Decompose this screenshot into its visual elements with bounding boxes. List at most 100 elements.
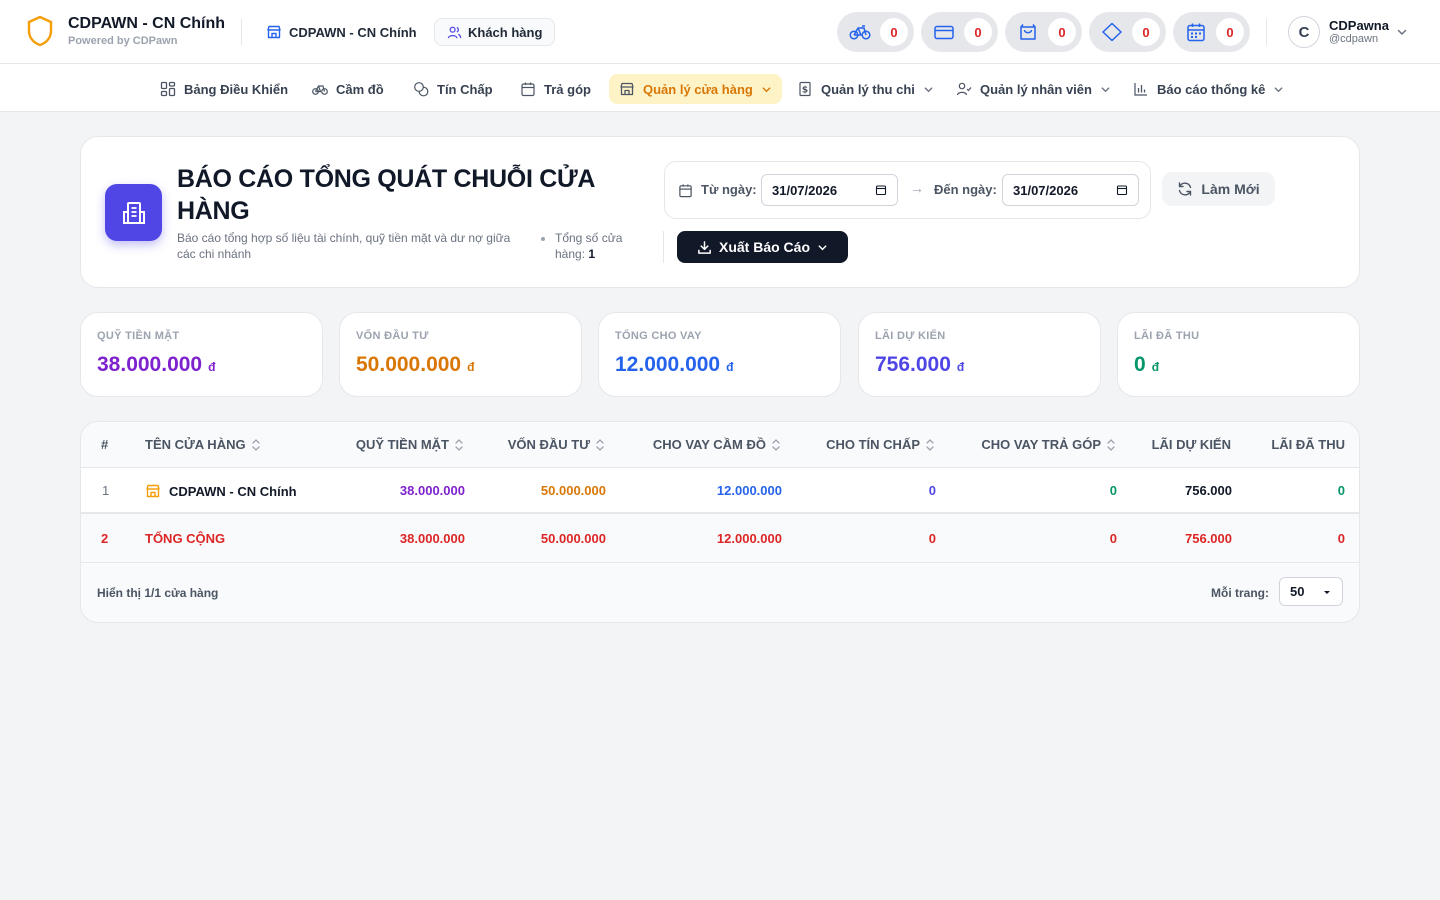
row-store-name[interactable]: CDPAWN - CN Chính — [145, 483, 297, 499]
table-footer: Hiển thị 1/1 cửa hàng Mỗi trang: 50 — [81, 563, 1359, 622]
counter-schedule[interactable]: 0 — [1173, 12, 1250, 52]
avatar: C — [1288, 16, 1320, 48]
svg-text:$: $ — [802, 86, 808, 96]
top-header: CDPAWN - CN Chính Powered by CDPawn CDPA… — [0, 0, 1440, 64]
total-credit-loans: 0 — [928, 531, 936, 546]
sort-icon — [772, 438, 780, 451]
counter-installment[interactable]: 0 — [1005, 12, 1082, 52]
nav-item-store-management[interactable]: Quản lý cửa hàng — [609, 74, 782, 104]
column-header-capital[interactable]: VỐN ĐẦU TƯ — [508, 437, 605, 452]
sort-icon — [596, 438, 604, 451]
counter-valuables[interactable]: 0 — [1089, 12, 1166, 52]
stat-card-total-loans: TỔNG CHO VAY 12.000.000 đ — [598, 312, 841, 397]
per-page-label: Mỗi trang: — [1211, 586, 1269, 600]
cell-expected-interest: 756.000 — [1185, 483, 1232, 498]
stat-card-cash: QUỸ TIỀN MẶT 38.000.000 đ — [80, 312, 323, 397]
chevron-down-icon — [818, 244, 827, 250]
column-header-installment-loans[interactable]: CHO VAY TRẢ GÓP — [981, 437, 1116, 452]
column-header-credit-loans[interactable]: CHO TÍN CHẤP — [826, 437, 935, 452]
download-icon — [698, 240, 711, 254]
nav-item-income-expense[interactable]: $ Quản lý thu chi — [787, 74, 944, 104]
counter-badge: 0 — [1132, 18, 1160, 46]
brand-name: CDPAWN - CN Chính — [68, 15, 226, 32]
diamond-icon — [1102, 22, 1122, 42]
chevron-down-icon[interactable] — [1396, 26, 1408, 38]
total-index: 2 — [101, 531, 109, 546]
column-header-pawn-loans[interactable]: CHO VAY CẦM ĐỒ — [653, 437, 781, 452]
table-header: # TÊN CỬA HÀNG QUỸ TIỀN MẶT VỐN ĐẦU TƯ C… — [81, 422, 1359, 468]
building-icon — [122, 201, 145, 224]
counter-badge: 0 — [1216, 18, 1244, 46]
branch-selector[interactable]: CDPAWN - CN Chính — [262, 18, 421, 46]
brand[interactable]: CDPAWN - CN Chính Powered by CDPawn — [26, 14, 225, 48]
counter-credit[interactable]: 0 — [921, 12, 998, 52]
calendar-icon — [1187, 23, 1205, 42]
stat-label: QUỸ TIỀN MẶT — [97, 330, 180, 342]
nav-item-staff-management[interactable]: Quản lý nhân viên — [946, 74, 1121, 104]
store-icon — [267, 25, 281, 39]
export-report-button[interactable]: Xuất Báo Cáo — [677, 231, 848, 263]
stat-amount: 50.000.000 — [356, 353, 462, 376]
user-name: CDPawna — [1329, 18, 1389, 33]
nav-item-credit[interactable]: Tín Chấp — [403, 74, 503, 104]
stat-label: LÃI ĐÃ THU — [1134, 330, 1200, 342]
brand-subtitle: Powered by CDPawn — [68, 35, 178, 47]
calendar-picker-icon — [1116, 185, 1128, 196]
cell-pawn-loans: 12.000.000 — [716, 483, 782, 498]
shopping-bag-icon — [1020, 24, 1036, 40]
per-page-select[interactable]: 50 — [1279, 577, 1343, 606]
nav-item-dashboard[interactable]: Bảng Điều Khiển — [150, 74, 298, 104]
column-header-index: # — [101, 437, 109, 452]
bicycle-icon — [849, 25, 871, 40]
to-date-input[interactable]: 31/07/2026 — [1002, 174, 1139, 206]
nav-item-reports[interactable]: Báo cáo thống kê — [1123, 74, 1294, 104]
total-label: TỔNG CỘNG — [145, 531, 226, 546]
calendar-icon — [521, 82, 535, 97]
total-collected-interest: 0 — [1337, 531, 1345, 546]
to-date-label: Đến ngày: — [934, 182, 997, 197]
chevron-down-icon — [762, 86, 771, 92]
total-capital: 50.000.000 — [540, 531, 606, 546]
stat-label: TỔNG CHO VAY — [615, 330, 702, 342]
bicycle-icon — [312, 85, 328, 95]
store-count-value: 1 — [588, 247, 596, 261]
sort-icon — [455, 438, 463, 451]
header-divider — [241, 19, 242, 45]
currency-symbol: đ — [208, 360, 216, 374]
table-total-row: 2 TỔNG CỘNG 38.000.000 50.000.000 12.000… — [81, 514, 1359, 563]
currency-symbol: đ — [1151, 360, 1160, 374]
nav-item-pawn[interactable]: Cầm đồ — [302, 74, 394, 104]
stat-amount: 756.000 — [875, 353, 951, 376]
branch-name: CDPAWN - CN Chính — [289, 24, 417, 40]
column-header-expected-interest: LÃI DỰ KIẾN — [1151, 437, 1231, 452]
nav-item-installment[interactable]: Trả góp — [510, 74, 601, 104]
store-report-table: # TÊN CỬA HÀNG QUỸ TIỀN MẶT VỐN ĐẦU TƯ C… — [80, 421, 1360, 623]
currency-symbol: đ — [467, 360, 475, 374]
page-title: BÁO CÁO TỔNG QUÁT CHUỖI CỬA HÀNG — [177, 165, 595, 225]
stat-value: 756.000 đ — [875, 353, 964, 377]
counter-badge: 0 — [880, 18, 908, 46]
column-header-cash[interactable]: QUỸ TIỀN MẶT — [356, 437, 464, 452]
counter-pawn[interactable]: 0 — [837, 12, 914, 52]
nav-label: Bảng Điều Khiển — [184, 81, 289, 97]
table-row[interactable]: 1 CDPAWN - CN Chính 38.000.000 50.000.00… — [81, 468, 1359, 514]
from-date-label: Từ ngày: — [701, 182, 757, 197]
from-date-input[interactable]: 31/07/2026 — [761, 174, 898, 206]
calendar-picker-icon — [875, 185, 887, 196]
bullet-dot — [541, 237, 545, 241]
receipt-icon: $ — [799, 81, 811, 97]
user-handle: @cdpawn — [1329, 33, 1379, 45]
customers-label: Khách hàng — [468, 24, 543, 40]
refresh-button[interactable]: Làm Mới — [1162, 172, 1275, 206]
credit-card-icon — [934, 25, 954, 40]
user-menu[interactable]: C CDPawna @cdpawn — [1288, 16, 1389, 48]
customers-button[interactable]: Khách hàng — [434, 18, 556, 46]
stat-card-collected-interest: LÃI ĐÃ THU 0đ — [1117, 312, 1360, 397]
stat-label: VỐN ĐẦU TƯ — [356, 330, 429, 342]
counter-badge: 0 — [1048, 18, 1076, 46]
header-divider — [1266, 19, 1267, 45]
column-header-store-name[interactable]: TÊN CỬA HÀNG — [145, 437, 261, 452]
user-check-icon — [956, 82, 972, 96]
to-date-value: 31/07/2026 — [1013, 182, 1079, 198]
bar-chart-icon — [1134, 83, 1147, 96]
